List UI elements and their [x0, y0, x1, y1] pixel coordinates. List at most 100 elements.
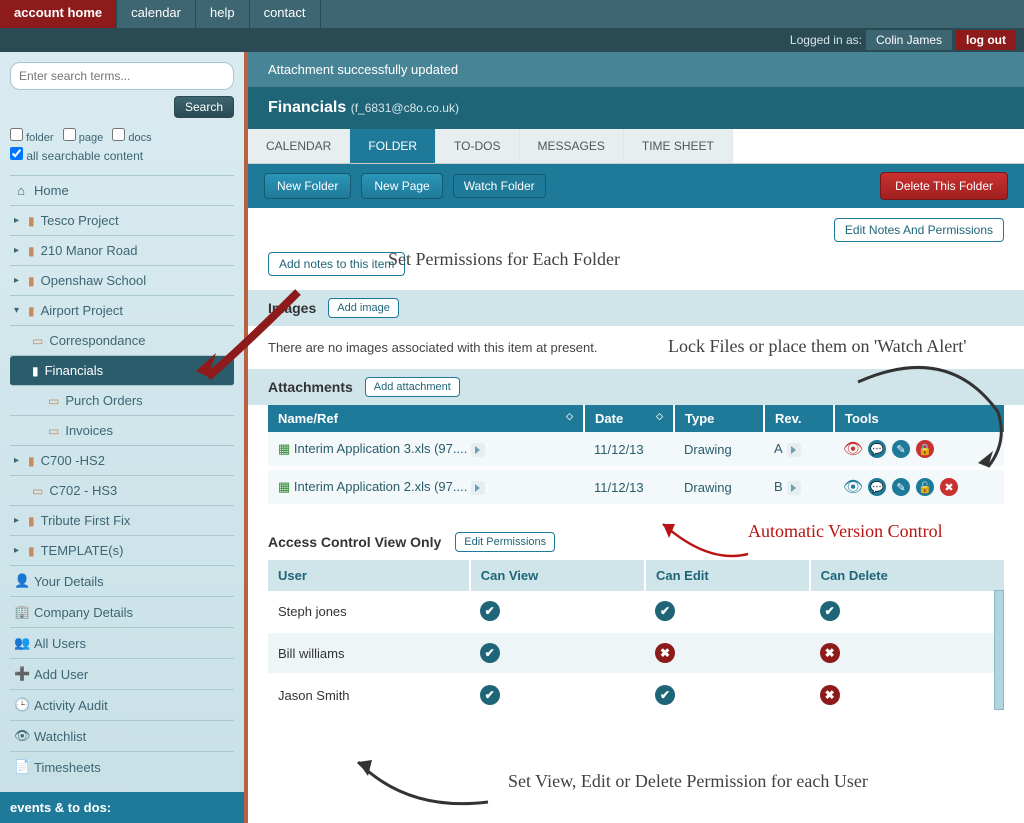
sidebar-item-manor[interactable]: ▸▮210 Manor Road — [10, 236, 234, 266]
file-icon: ▦ — [278, 479, 290, 494]
filter-all[interactable]: all searchable content — [10, 147, 228, 163]
nav-account-home[interactable]: account home — [0, 0, 117, 28]
lock-icon[interactable]: 🔒 — [916, 440, 934, 458]
sidebar-item-tribute[interactable]: ▸▮Tribute First Fix — [10, 506, 234, 536]
play-icon[interactable] — [787, 481, 801, 495]
sidebar-item-adduser[interactable]: ➕Add User — [10, 659, 234, 690]
logout-button[interactable]: log out — [956, 30, 1016, 50]
sidebar-item-tesco[interactable]: ▸▮Tesco Project — [10, 206, 234, 236]
sidebar-item-invoices[interactable]: ▭Invoices — [10, 416, 234, 446]
play-icon[interactable] — [471, 481, 485, 495]
folder-icon: ▭ — [48, 424, 59, 438]
folder-icon: ▮ — [28, 244, 35, 258]
caret-icon: ▸ — [14, 455, 22, 466]
check-icon: ✔ — [655, 685, 675, 705]
success-notice: Attachment successfully updated — [248, 52, 1024, 87]
folder-icon: ▮ — [32, 364, 39, 378]
edit-permissions-button[interactable]: Edit Permissions — [455, 532, 555, 552]
new-folder-button[interactable]: New Folder — [264, 173, 351, 199]
watch-icon[interactable]: 👁 — [844, 478, 862, 496]
tab-timesheet[interactable]: TIME SHEET — [624, 129, 733, 163]
nav-calendar[interactable]: calendar — [117, 0, 196, 28]
cross-icon: ✖ — [655, 643, 675, 663]
tab-calendar[interactable]: CALENDAR — [248, 129, 350, 163]
unlock-icon[interactable]: 🔓 — [916, 478, 934, 496]
folder-icon: ▭ — [32, 484, 43, 498]
sidebar-item-purchorders[interactable]: ▭Purch Orders — [10, 386, 234, 416]
play-icon[interactable] — [471, 443, 485, 457]
attachment-type: Drawing — [674, 432, 764, 468]
tab-todos[interactable]: TO-DOS — [436, 129, 519, 163]
logged-in-user[interactable]: Colin James — [866, 30, 952, 50]
sidebar-item-home[interactable]: ⌂Home — [10, 176, 234, 206]
edit-icon[interactable]: ✎ — [892, 440, 910, 458]
sidebar-item-c702[interactable]: ▭C702 - HS3 — [10, 476, 234, 506]
sidebar-item-companydetails[interactable]: 🏢Company Details — [10, 597, 234, 628]
sidebar-item-yourdetails[interactable]: 👤Your Details — [10, 566, 234, 597]
col-type[interactable]: Type — [674, 405, 764, 432]
folder-icon: ▮ — [28, 514, 35, 528]
edit-icon[interactable]: ✎ — [892, 478, 910, 496]
sidebar-item-timesheets[interactable]: 📄Timesheets — [10, 752, 234, 782]
new-page-button[interactable]: New Page — [361, 173, 442, 199]
filter-page[interactable]: page — [63, 132, 104, 144]
edit-notes-permissions-button[interactable]: Edit Notes And Permissions — [834, 218, 1004, 242]
tab-messages[interactable]: MESSAGES — [520, 129, 624, 163]
nav-help[interactable]: help — [196, 0, 250, 28]
comment-icon[interactable]: 💬 — [868, 440, 886, 458]
scrollbar[interactable] — [994, 590, 1004, 710]
action-bar: New Folder New Page Watch Folder Delete … — [248, 164, 1024, 208]
caret-icon: ▸ — [14, 215, 22, 226]
comment-icon[interactable]: 💬 — [868, 478, 886, 496]
tab-folder[interactable]: FOLDER — [350, 129, 436, 163]
filter-folder[interactable]: folder — [10, 132, 54, 144]
sidebar-item-correspondance[interactable]: ▭Correspondance — [10, 326, 234, 356]
sidebar-item-openshaw[interactable]: ▸▮Openshaw School — [10, 266, 234, 296]
col-name[interactable]: Name/Ref◇ — [268, 405, 584, 432]
play-icon[interactable] — [787, 443, 801, 457]
filter-docs[interactable]: docs — [112, 132, 151, 144]
page-title: Financials (f_6831@c8o.co.uk) — [248, 87, 1024, 129]
sidebar-item-templates[interactable]: ▸▮TEMPLATE(s) — [10, 536, 234, 566]
watch-folder-button[interactable]: Watch Folder — [453, 174, 546, 198]
sidebar-item-c700[interactable]: ▸▮C700 -HS2 — [10, 446, 234, 476]
caret-icon: ▸ — [14, 545, 22, 556]
cross-icon: ✖ — [820, 685, 840, 705]
main-content: Attachment successfully updated Financia… — [248, 52, 1024, 823]
col-date[interactable]: Date◇ — [584, 405, 674, 432]
table-row: ▦ Interim Application 2.xls (97.... 11/1… — [268, 468, 1004, 506]
acl-row: Bill williams ✔ ✖ ✖ — [268, 632, 1004, 674]
add-image-button[interactable]: Add image — [328, 298, 399, 318]
acl-col-delete: Can Delete — [810, 560, 1004, 591]
col-rev[interactable]: Rev. — [764, 405, 834, 432]
watch-icon[interactable]: 👁 — [844, 440, 862, 458]
acl-header: Access Control View Only Edit Permission… — [248, 518, 1024, 560]
top-nav: account home calendar help contact — [0, 0, 1024, 28]
check-icon: ✔ — [480, 601, 500, 621]
delete-folder-button[interactable]: Delete This Folder — [880, 172, 1008, 200]
sidebar-item-airport[interactable]: ▾▮Airport Project — [10, 296, 234, 326]
sidebar-item-watchlist[interactable]: 👁Watchlist — [10, 721, 234, 752]
sidebar-item-financials[interactable]: ▮Financials — [10, 356, 234, 386]
attachments-header: Attachments Add attachment — [248, 369, 1024, 405]
sidebar: Search folder page docs all searchable c… — [0, 52, 248, 823]
add-notes-button[interactable]: Add notes to this item — [268, 252, 405, 276]
acl-col-edit: Can Edit — [645, 560, 810, 591]
attachment-name[interactable]: Interim Application 2.xls (97.... — [294, 479, 467, 494]
nav-contact[interactable]: contact — [250, 0, 321, 28]
acl-row: Steph jones ✔ ✔ ✔ — [268, 591, 1004, 632]
arrow-icon — [328, 742, 508, 822]
attachment-name[interactable]: Interim Application 3.xls (97.... — [294, 441, 467, 456]
attachment-type: Drawing — [674, 468, 764, 506]
search-button[interactable]: Search — [174, 96, 234, 118]
caret-icon: ▸ — [14, 275, 22, 286]
search-input[interactable] — [10, 62, 234, 90]
add-attachment-button[interactable]: Add attachment — [365, 377, 460, 397]
events-todos-header[interactable]: events & to dos: — [0, 792, 244, 823]
sidebar-item-allusers[interactable]: 👥All Users — [10, 628, 234, 659]
sidebar-item-activityaudit[interactable]: 🕒Activity Audit — [10, 690, 234, 721]
delete-icon[interactable]: ✖ — [940, 478, 958, 496]
folder-icon: ▭ — [48, 394, 59, 408]
attachment-rev: B — [774, 479, 783, 494]
folder-tabs: CALENDAR FOLDER TO-DOS MESSAGES TIME SHE… — [248, 129, 1024, 164]
